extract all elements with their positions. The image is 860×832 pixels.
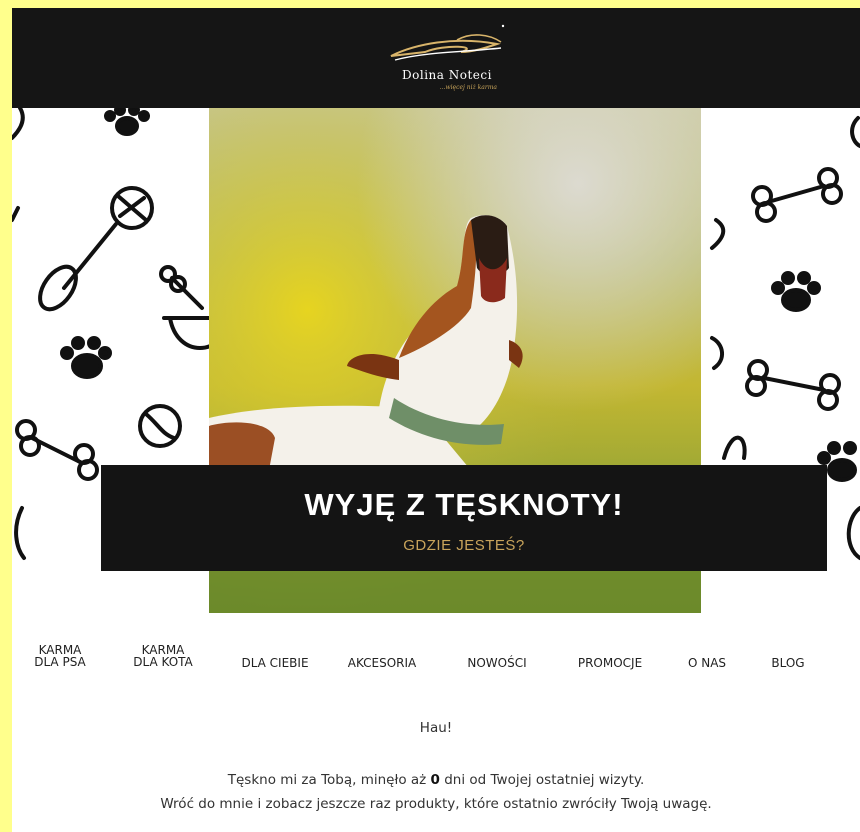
logo-swoosh-icon	[390, 24, 505, 61]
greeting-text: Hau!	[419, 720, 453, 736]
partial-icon	[846, 506, 860, 560]
paw-icon	[771, 271, 821, 312]
message-line-1: Tęskno mi za Tobą, minęło aż 0 dni od Tw…	[12, 768, 860, 792]
nav-item-o-nas[interactable]: O NAS	[682, 657, 732, 669]
partial-icon	[14, 506, 26, 560]
paw-icon	[104, 108, 150, 136]
hero-banner[interactable]: WYJĘ Z TĘSKNOTY! GDZIE JESTEŚ?	[101, 465, 827, 571]
partial-icon	[12, 108, 25, 140]
header-bar: Dolina Noteci ...więcej niż karma	[12, 8, 860, 108]
message-line-1-start: Tęskno mi za Tobą, minęło aż	[227, 772, 431, 788]
nav-item-dla-ciebie[interactable]: DLA CIEBIE	[230, 657, 320, 669]
bone-icon	[751, 167, 843, 223]
bone-icon	[15, 419, 99, 481]
paw-icon	[60, 336, 112, 379]
message-line-1-end: dni od Twojej ostatniej wizyty.	[439, 772, 645, 788]
main-navigation: KARMA DLA PSA KARMA DLA KOTA DLA CIEBIE …	[12, 644, 860, 684]
brand-name: Dolina Noteci	[402, 68, 492, 82]
bone-icon	[745, 359, 841, 411]
nav-item-akcesoria[interactable]: AKCESORIA	[340, 657, 424, 669]
partial-icon	[850, 116, 860, 148]
partial-icon	[12, 206, 20, 222]
hero-subtitle[interactable]: GDZIE JESTEŚ?	[101, 537, 827, 554]
message-line-2: Wróć do mnie i zobacz jeszcze raz produk…	[160, 796, 712, 812]
message-text: Tęskno mi za Tobą, minęło aż 0 dni od Tw…	[12, 768, 860, 816]
days-count: 0	[430, 772, 440, 788]
nav-item-karma-dla-psa[interactable]: KARMA DLA PSA	[30, 644, 90, 668]
ball-icon	[138, 404, 182, 448]
partial-icon	[710, 218, 726, 250]
brand-logo[interactable]: Dolina Noteci ...więcej niż karma	[385, 22, 509, 98]
nav-item-promocje[interactable]: PROMOCJE	[569, 657, 651, 669]
hero-title: WYJĘ Z TĘSKNOTY!	[304, 487, 624, 522]
nav-item-blog[interactable]: BLOG	[762, 657, 814, 669]
hero-section[interactable]: WYJĘ Z TĘSKNOTY! GDZIE JESTEŚ?	[12, 108, 860, 613]
email-container: Dolina Noteci ...więcej niż karma WYJĘ Z…	[12, 8, 860, 832]
partial-icon	[722, 435, 747, 460]
brand-tagline: ...więcej niż karma	[439, 84, 497, 91]
nav-item-nowosci[interactable]: NOWOŚCI	[460, 657, 534, 669]
partial-icon	[710, 336, 724, 370]
rope-toy-icon	[38, 186, 154, 312]
nav-item-karma-dla-kota[interactable]: KARMA DLA KOTA	[128, 644, 198, 668]
